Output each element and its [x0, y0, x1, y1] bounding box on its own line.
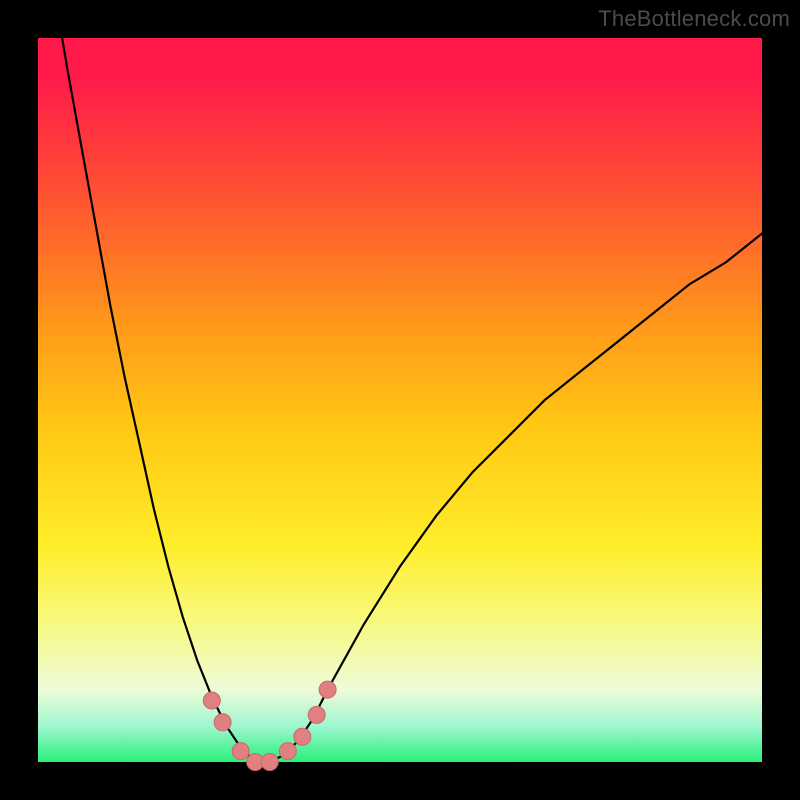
watermark-text: TheBottleneck.com — [598, 6, 790, 32]
curve-marker — [214, 714, 231, 731]
chart-overlay — [38, 38, 762, 762]
curve-marker — [319, 681, 336, 698]
curve-marker — [232, 743, 249, 760]
curve-marker — [279, 743, 296, 760]
curve-marker — [203, 692, 220, 709]
curve-marker — [294, 728, 311, 745]
bottleneck-curve — [38, 0, 762, 762]
chart-frame: TheBottleneck.com — [0, 0, 800, 800]
curve-marker — [261, 754, 278, 771]
curve-marker — [308, 706, 325, 723]
curve-markers — [203, 681, 336, 770]
